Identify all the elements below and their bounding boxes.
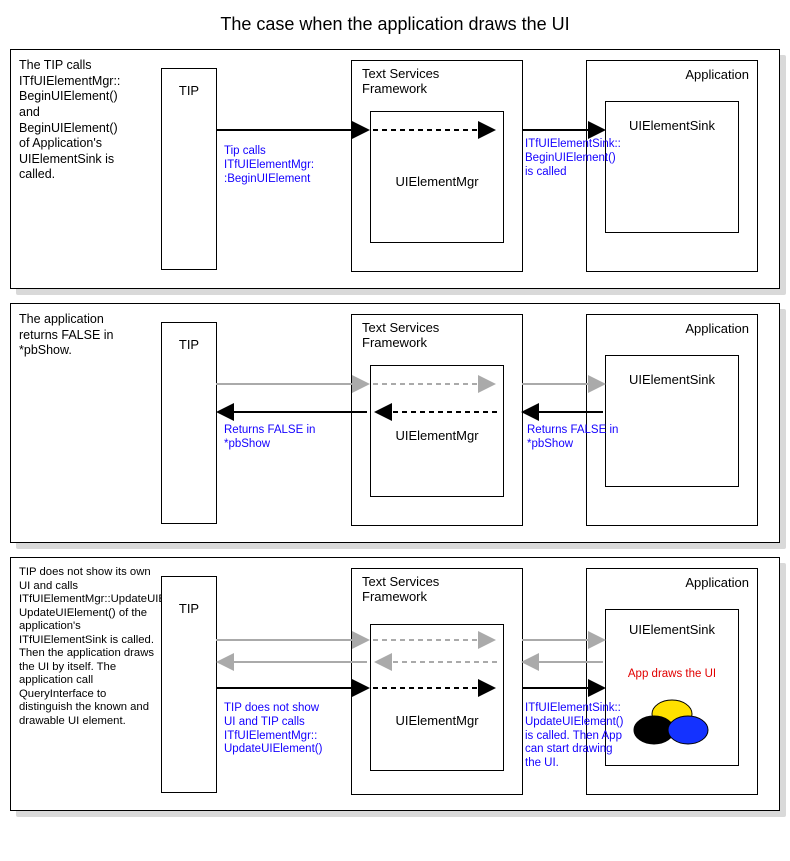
tsf-box: Text Services Framework UIElementMgr	[351, 568, 523, 795]
tip-label: TIP	[162, 337, 216, 352]
uielementmgr-label: UIElementMgr	[371, 174, 503, 189]
panel3-cap-right: ITfUIElementSink:: UpdateUIElement() is …	[525, 702, 625, 771]
page-title: The case when the application draws the …	[0, 0, 790, 41]
panel1-desc: The TIP calls ITfUIElementMgr:: BeginUIE…	[19, 58, 157, 183]
tsf-label: Text Services Framework	[362, 67, 439, 97]
panel3-desc: TIP does not show its own UI and calls I…	[19, 566, 161, 729]
panel2-cap-left: Returns FALSE in *pbShow	[224, 424, 315, 452]
application-label: Application	[685, 575, 749, 590]
uielementsink-label: UIElementSink	[606, 622, 738, 637]
uielementmgr-box: UIElementMgr	[370, 365, 504, 497]
tip-label: TIP	[162, 601, 216, 616]
panel-3: TIP does not show its own UI and calls I…	[10, 557, 780, 811]
application-box: Application UIElementSink	[586, 314, 758, 526]
application-label: Application	[685, 67, 749, 82]
uielementmgr-label: UIElementMgr	[371, 428, 503, 443]
uielementsink-label: UIElementSink	[606, 118, 738, 133]
uielementsink-box: UIElementSink App draws the UI	[605, 609, 739, 766]
panel-frame: TIP does not show its own UI and calls I…	[10, 557, 780, 811]
panel1-cap-right: ITfUIElementSink:: BeginUIElement() is c…	[525, 138, 623, 179]
tip-box: TIP	[161, 576, 217, 793]
tsf-box: Text Services Framework UIElementMgr	[351, 314, 523, 526]
uielementsink-box: UIElementSink	[605, 101, 739, 233]
panel-1: The TIP calls ITfUIElementMgr:: BeginUIE…	[10, 49, 780, 289]
tip-box: TIP	[161, 322, 217, 524]
panel2-desc: The application returns FALSE in *pbShow…	[19, 312, 157, 359]
tsf-label: Text Services Framework	[362, 575, 439, 605]
panel1-cap-left: Tip calls ITfUIElementMgr: :BeginUIEleme…	[224, 145, 314, 186]
uielementmgr-box: UIElementMgr	[370, 624, 504, 771]
panel-2: The application returns FALSE in *pbShow…	[10, 303, 780, 543]
panel-frame: The application returns FALSE in *pbShow…	[10, 303, 780, 543]
app-draws-ui-note: App draws the UI	[606, 668, 738, 680]
application-label: Application	[685, 321, 749, 336]
uielementmgr-label: UIElementMgr	[371, 713, 503, 728]
panel2-cap-right: Returns FALSE in *pbShow	[527, 424, 618, 452]
panel3-cap-left: TIP does not show UI and TIP calls ITfUI…	[224, 702, 322, 757]
panel-frame: The TIP calls ITfUIElementMgr:: BeginUIE…	[10, 49, 780, 289]
tip-box: TIP	[161, 68, 217, 270]
tsf-box: Text Services Framework UIElementMgr	[351, 60, 523, 272]
app-draws-ui-icon	[632, 698, 712, 748]
uielementsink-label: UIElementSink	[606, 372, 738, 387]
uielementmgr-box: UIElementMgr	[370, 111, 504, 243]
tip-label: TIP	[162, 83, 216, 98]
uielementsink-box: UIElementSink	[605, 355, 739, 487]
tsf-label: Text Services Framework	[362, 321, 439, 351]
